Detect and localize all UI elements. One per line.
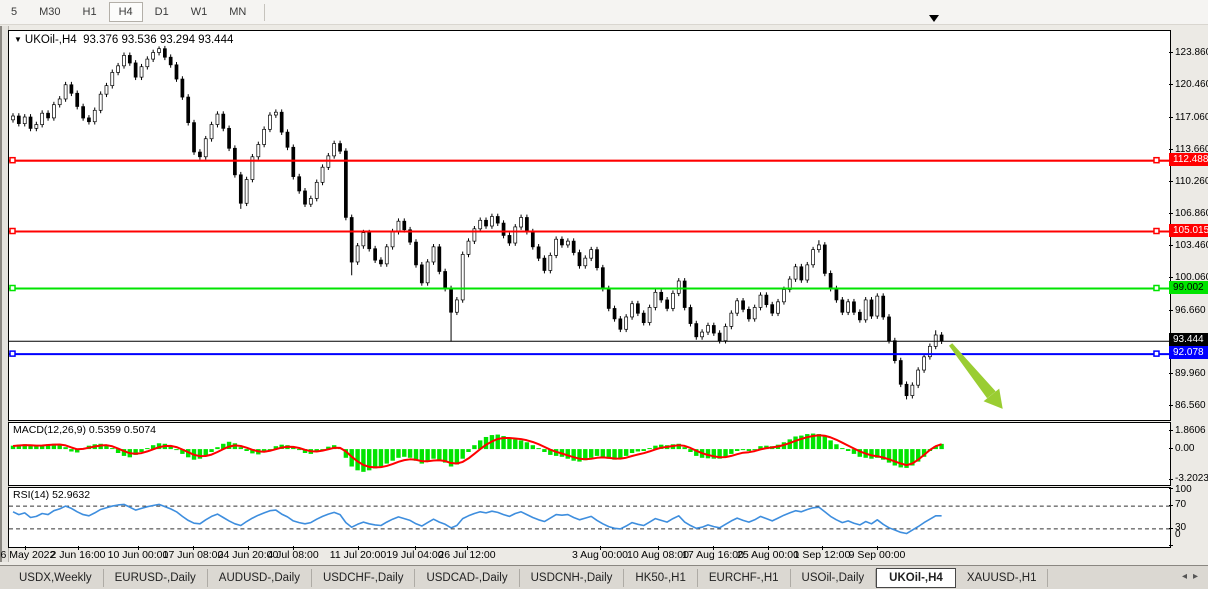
date-label: 3 Aug 00:00 (572, 549, 628, 561)
tab-scroll-left-icon[interactable]: ◂ (1182, 571, 1193, 582)
chart-tab-hk50-h1[interactable]: HK50-,H1 (624, 569, 698, 587)
price-tag: 93.444 (1169, 333, 1208, 346)
axis-tick (1169, 84, 1173, 85)
chart-dropdown-icon[interactable]: ▼ (14, 35, 22, 44)
tab-scroll-arrows[interactable]: ◂▸ (1182, 571, 1204, 582)
price-tick-label: 100 (1175, 484, 1192, 495)
date-label: 17 Aug 16:00 (682, 549, 744, 561)
axis-tick (1169, 405, 1173, 406)
timeframe-button-w1[interactable]: W1 (181, 2, 218, 22)
date-label: 10 Aug 08:00 (627, 549, 689, 561)
date-label: 17 Jun 08:00 (163, 549, 224, 561)
date-label: 2 Jun 16:00 (51, 549, 106, 561)
price-tick-label: 96.660 (1175, 305, 1206, 316)
axis-tick (1169, 181, 1173, 182)
date-label: 19 Jul 04:00 (386, 549, 443, 561)
price-chart[interactable] (8, 30, 1171, 421)
axis-tick (1169, 149, 1173, 150)
chart-symbol-label: UKOil-,H4 (25, 34, 77, 46)
price-tick-label: 0 (1175, 529, 1181, 540)
rsi-label: RSI(14) 52.9632 (13, 489, 90, 501)
price-axis[interactable]: 123.860120.460117.060113.660110.260106.8… (1169, 30, 1208, 546)
chart-tab-eurusd-daily[interactable]: EURUSD-,Daily (104, 569, 208, 587)
price-tick-label: 123.860 (1175, 47, 1208, 58)
chart-tab-usoil-daily[interactable]: USOil-,Daily (791, 569, 877, 587)
price-tick-label: 120.460 (1175, 79, 1208, 90)
date-label: 25 Aug 00:00 (737, 549, 799, 561)
axis-tick (1169, 505, 1173, 506)
price-tag: 92.078 (1169, 346, 1208, 359)
timeframe-button-m30[interactable]: M30 (29, 2, 70, 22)
timeframe-button-h1[interactable]: H1 (73, 2, 107, 22)
price-tick-label: 110.260 (1175, 176, 1208, 187)
axis-tick (1169, 52, 1173, 53)
price-tick-label: -3.2023 (1175, 473, 1208, 484)
axis-tick (1169, 373, 1173, 374)
chart-tab-eurchf-h1[interactable]: EURCHF-,H1 (698, 569, 791, 587)
toolbar-separator (264, 4, 265, 21)
macd-panel[interactable] (8, 422, 1171, 486)
tab-scroll-right-icon[interactable]: ▸ (1193, 571, 1204, 582)
axis-tick (1169, 277, 1173, 278)
price-tag: 99.002 (1169, 281, 1208, 294)
date-label: 9 Sep 00:00 (849, 549, 906, 561)
axis-tick (1169, 448, 1173, 449)
chart-ohlc-values: 93.376 93.536 93.294 93.444 (83, 34, 233, 46)
axis-tick (1169, 213, 1173, 214)
price-tick-label: 103.460 (1175, 240, 1208, 251)
axis-tick (1169, 488, 1173, 489)
chart-shift-marker-icon[interactable] (929, 15, 939, 22)
date-label: 26 May 2022 (0, 549, 55, 561)
price-tag: 105.015 (1169, 224, 1208, 237)
chart-tab-xauusd-h1[interactable]: XAUUSD-,H1 (956, 569, 1049, 587)
price-tick-label: 117.060 (1175, 112, 1208, 123)
macd-label: MACD(12,26,9) 0.5359 0.5074 (13, 424, 156, 436)
chart-tab-usdchf-daily[interactable]: USDCHF-,Daily (312, 569, 416, 587)
timeframe-buttons: 5M30H1H4D1W1MN (0, 2, 257, 22)
axis-tick (1169, 479, 1173, 480)
candles (12, 46, 944, 400)
timeframe-button-mn[interactable]: MN (219, 2, 256, 22)
axis-tick (1169, 310, 1173, 311)
price-tick-label: 89.960 (1175, 368, 1206, 379)
date-label: 26 Jul 12:00 (438, 549, 495, 561)
date-label: 11 Jul 20:00 (330, 549, 386, 561)
date-label: 10 Jun 00:00 (108, 549, 169, 561)
timeframe-button-h4[interactable]: H4 (109, 2, 143, 22)
chart-title: ▼UKOil-,H4 93.376 93.536 93.294 93.444 (14, 34, 233, 46)
axis-tick (1169, 117, 1173, 118)
mt4-window: 5M30H1H4D1W1MN ▼UKOil-,H4 93.376 93.536 … (0, 0, 1208, 589)
chart-tab-usdx-weekly[interactable]: USDX,Weekly (8, 569, 104, 587)
price-tag: 112.488 (1169, 153, 1208, 166)
time-axis[interactable]: 26 May 20222 Jun 16:0010 Jun 00:0017 Jun… (8, 546, 1169, 562)
chart-tab-ukoil-h4[interactable]: UKOil-,H4 (876, 568, 956, 588)
chart-tab-bar: USDX,WeeklyEURUSD-,DailyAUDUSD-,DailyUSD… (0, 565, 1208, 589)
timeframe-button-d1[interactable]: D1 (145, 2, 179, 22)
date-label: 4 Jul 08:00 (267, 549, 318, 561)
timeframe-button-5[interactable]: 5 (1, 2, 27, 22)
axis-tick (1169, 245, 1173, 246)
price-tick-label: 1.8606 (1175, 425, 1206, 436)
axis-tick (1169, 528, 1173, 529)
chart-tab-usdcnh-daily[interactable]: USDCNH-,Daily (520, 569, 625, 587)
trend-arrow (949, 343, 1003, 409)
price-tick-label: 86.560 (1175, 400, 1206, 411)
chart-tab-audusd-daily[interactable]: AUDUSD-,Daily (208, 569, 312, 587)
chart-tab-usdcad-daily[interactable]: USDCAD-,Daily (415, 569, 519, 587)
rsi-panel[interactable] (8, 487, 1171, 548)
axis-tick (1169, 430, 1173, 431)
price-tick-label: 106.860 (1175, 208, 1208, 219)
axis-tick (1169, 545, 1173, 546)
price-tick-label: 70 (1175, 499, 1186, 510)
date-label: 1 Sep 12:00 (794, 549, 851, 561)
timeframe-toolbar: 5M30H1H4D1W1MN (0, 0, 1208, 25)
price-tick-label: 0.00 (1175, 443, 1194, 454)
